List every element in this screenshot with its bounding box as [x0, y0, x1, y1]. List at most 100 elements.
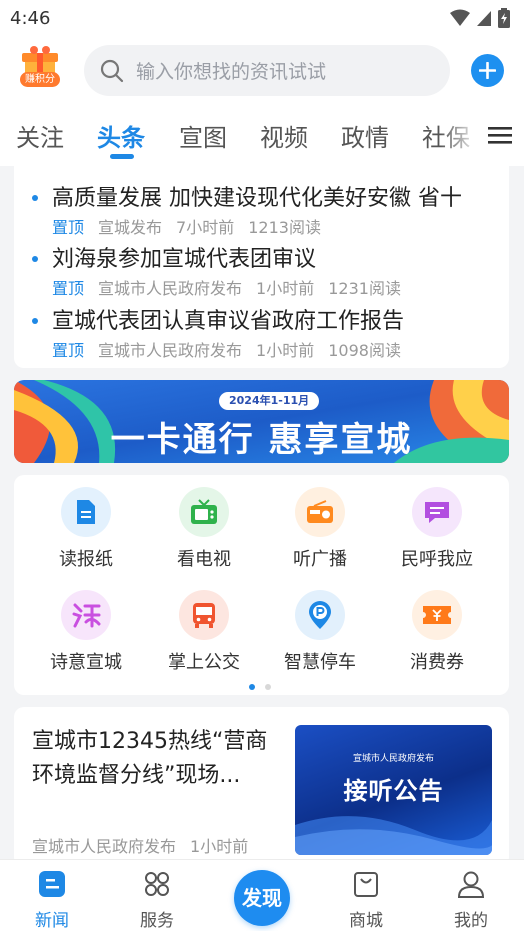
- service-smart-parking[interactable]: 智慧停车: [270, 590, 370, 674]
- bullet-dot: [32, 256, 38, 262]
- promo-banner[interactable]: 2024年1-11月 一卡通行 惠享宣城: [14, 380, 509, 463]
- service-listen-radio[interactable]: 听广播: [270, 487, 370, 571]
- service-coupons[interactable]: 消费券: [387, 590, 487, 674]
- thumbnail-title: 接听公告: [343, 776, 444, 805]
- headline-meta: 置顶 宣城市人民政府发布 1小时前 1231阅读: [52, 275, 401, 299]
- tab-follow[interactable]: 关注: [16, 118, 64, 153]
- service-public-voice[interactable]: 民呼我应: [387, 487, 487, 571]
- pinned-tag: 置顶: [52, 279, 85, 298]
- search-input[interactable]: 输入你想找的资讯试试: [84, 45, 450, 96]
- headline-source: 宣城发布: [98, 218, 163, 237]
- service-label: 掌上公交: [168, 652, 240, 673]
- document-icon: [61, 487, 111, 537]
- service-label: 民呼我应: [401, 549, 473, 570]
- tab-politics[interactable]: 政情: [341, 118, 389, 153]
- news-article-card[interactable]: 宣城市12345热线“营商环境监督分线”现场... 宣城市人民政府发布 1小时前…: [14, 707, 509, 867]
- nav-discover-button[interactable]: 发现: [234, 870, 290, 926]
- search-placeholder: 输入你想找的资讯试试: [136, 61, 327, 83]
- article-title: 宣城市12345热线“营商环境监督分线”现场...: [32, 729, 268, 788]
- nav-news[interactable]: 新闻: [17, 868, 87, 931]
- service-label: 诗意宣城: [50, 652, 122, 673]
- headline-title: 高质量发展 加快建设现代化美好安徽 省十: [52, 186, 462, 211]
- headline-meta: 置顶 宣城发布 7小时前 1213阅读: [52, 214, 321, 238]
- user-icon: [436, 868, 506, 900]
- bus-icon: [179, 590, 229, 640]
- bullet-dot: [32, 195, 38, 201]
- top-header: 赚积分 输入你想找的资讯试试: [0, 36, 524, 104]
- wifi-icon: [450, 9, 470, 26]
- coupon-icon: [412, 590, 462, 640]
- tv-icon: [179, 487, 229, 537]
- radio-icon: [295, 487, 345, 537]
- status-time: 4:46: [10, 7, 51, 29]
- status-bar: 4:46: [0, 0, 524, 36]
- service-read-newspaper[interactable]: 读报纸: [36, 487, 136, 571]
- add-button[interactable]: [471, 54, 504, 87]
- title-fade: [474, 190, 509, 230]
- service-label: 读报纸: [59, 549, 113, 570]
- news-icon: [17, 868, 87, 900]
- nav-label: 我的: [454, 911, 488, 931]
- tab-fade: [440, 104, 480, 166]
- service-label: 智慧停车: [284, 652, 356, 673]
- tab-headlines[interactable]: 头条: [97, 118, 145, 153]
- signal-icon: [477, 11, 491, 26]
- article-meta: 宣城市人民政府发布 1小时前: [32, 833, 248, 857]
- headline-reads: 1098阅读: [328, 341, 401, 360]
- earn-points-label: 赚积分: [20, 72, 60, 87]
- headline-meta: 置顶 宣城市人民政府发布 1小时前 1098阅读: [52, 337, 401, 361]
- page-dot: [265, 684, 271, 690]
- search-icon: [100, 59, 124, 82]
- page-dot-active: [249, 684, 255, 690]
- bottom-navigation: 新闻 服务 发现 商城 我的: [0, 859, 524, 931]
- earn-points-button[interactable]: 赚积分: [16, 44, 64, 92]
- nav-label: 新闻: [35, 911, 69, 931]
- plus-icon: [479, 62, 496, 79]
- tab-video[interactable]: 视频: [260, 118, 308, 153]
- service-watch-tv[interactable]: 看电视: [154, 487, 254, 571]
- service-label: 消费券: [410, 652, 464, 673]
- article-thumbnail: 宣城市人民政府发布 接听公告: [295, 725, 492, 855]
- active-tab-indicator: [110, 154, 134, 159]
- channel-tabs: 关注 头条 宣图 视频 政情 社保: [0, 104, 524, 166]
- shopping-bag-icon: [331, 868, 401, 900]
- headline-time: 1小时前: [256, 341, 315, 360]
- service-grid: 读报纸 看电视 听广播 民呼我应 诗意宣城 掌上公交 智慧停车 消费券: [14, 475, 509, 695]
- headline-title: 宣城代表团认真审议省政府工作报告: [52, 309, 405, 334]
- menu-icon: [488, 127, 512, 144]
- service-poetic-xuancheng[interactable]: 诗意宣城: [36, 590, 136, 674]
- article-time: 1小时前: [190, 837, 249, 856]
- pinned-tag: 置顶: [52, 218, 85, 237]
- pagination-dots: [249, 684, 271, 690]
- service-label: 看电视: [177, 549, 231, 570]
- headline-title: 刘海泉参加宣城代表团审议: [52, 247, 317, 272]
- nav-label: 商城: [349, 911, 383, 931]
- nav-mine[interactable]: 我的: [436, 868, 506, 931]
- headline-source: 宣城市人民政府发布: [98, 341, 243, 360]
- banner-date-tag: 2024年1-11月: [219, 392, 320, 410]
- parking-icon: [295, 590, 345, 640]
- headline-source: 宣城市人民政府发布: [98, 279, 243, 298]
- headline-time: 7小时前: [176, 218, 235, 237]
- poetry-icon: [61, 590, 111, 640]
- chat-icon: [412, 487, 462, 537]
- article-source: 宣城市人民政府发布: [32, 837, 177, 856]
- banner-title: 一卡通行 惠享宣城: [110, 420, 413, 460]
- headline-reads: 1213阅读: [248, 218, 321, 237]
- service-grid-icon: [122, 868, 192, 900]
- status-icons: [450, 8, 510, 28]
- pinned-headlines: 高质量发展 加快建设现代化美好安徽 省十 置顶 宣城发布 7小时前 1213阅读…: [14, 166, 509, 368]
- battery-icon: [498, 8, 510, 28]
- bullet-dot: [32, 318, 38, 324]
- nav-service[interactable]: 服务: [122, 868, 192, 931]
- nav-label: 服务: [140, 911, 174, 931]
- channel-menu-button[interactable]: [476, 104, 524, 166]
- service-mobile-bus[interactable]: 掌上公交: [154, 590, 254, 674]
- headline-time: 1小时前: [256, 279, 315, 298]
- tab-xuan-pictures[interactable]: 宣图: [179, 118, 227, 153]
- pinned-tag: 置顶: [52, 341, 85, 360]
- thumbnail-issuer: 宣城市人民政府发布: [352, 754, 434, 764]
- headline-reads: 1231阅读: [328, 279, 401, 298]
- nav-mall[interactable]: 商城: [331, 868, 401, 931]
- service-label: 听广播: [293, 549, 347, 570]
